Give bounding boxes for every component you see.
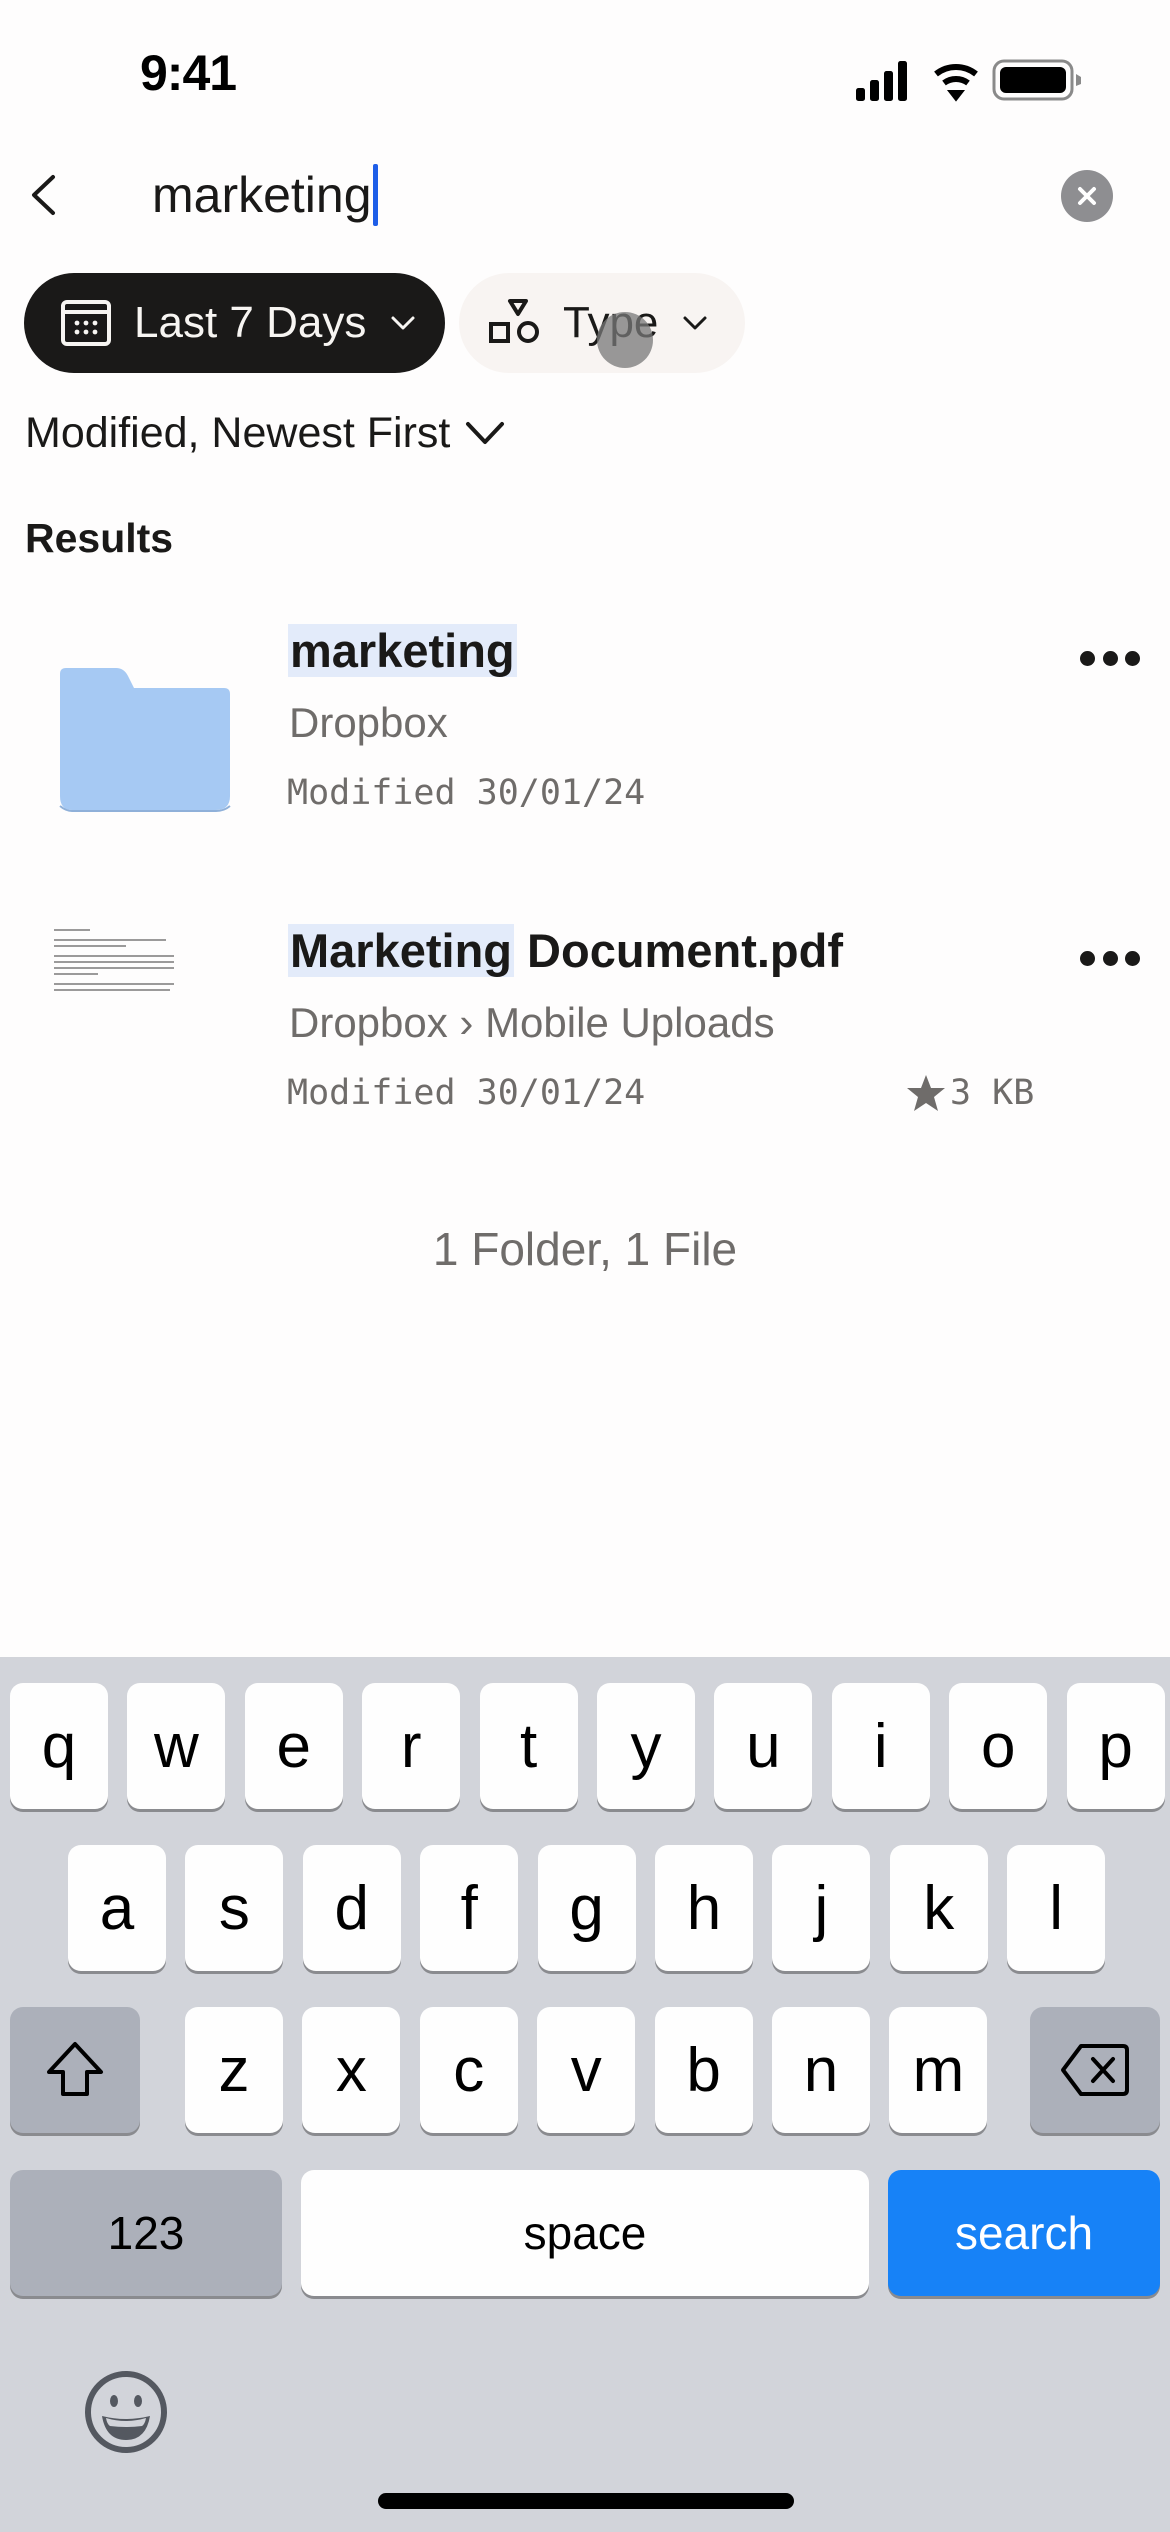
search-query: marketing bbox=[152, 167, 372, 223]
shift-key[interactable] bbox=[10, 2007, 140, 2133]
key-h[interactable]: h bbox=[655, 1845, 753, 1971]
key-u[interactable]: u bbox=[714, 1683, 813, 1809]
key-t[interactable]: t bbox=[479, 1683, 578, 1809]
folder-icon bbox=[59, 668, 231, 812]
key-o[interactable]: o bbox=[949, 1683, 1048, 1809]
key-z[interactable]: z bbox=[185, 2007, 283, 2133]
search-input[interactable]: marketing bbox=[152, 160, 378, 230]
sort-label: Modified, Newest First bbox=[25, 408, 451, 457]
result-modified: Modified 30/01/24 bbox=[287, 1073, 646, 1113]
touch-indicator bbox=[597, 312, 653, 368]
results-summary: 1 Folder, 1 File bbox=[432, 1223, 738, 1275]
match-highlight: Marketing bbox=[288, 924, 514, 977]
key-i[interactable]: i bbox=[831, 1683, 930, 1809]
date-filter-chip[interactable]: Last 7 Days bbox=[24, 273, 445, 373]
key-a[interactable]: a bbox=[68, 1845, 166, 1971]
key-b[interactable]: b bbox=[654, 2007, 753, 2133]
back-button[interactable] bbox=[20, 165, 70, 225]
chevron-down-icon bbox=[466, 422, 505, 444]
key-q[interactable]: q bbox=[10, 1683, 108, 1809]
chevron-down-icon bbox=[683, 316, 707, 330]
more-options-button[interactable] bbox=[1080, 643, 1140, 673]
pdf-thumbnail bbox=[48, 920, 180, 1010]
more-dot bbox=[1125, 950, 1140, 966]
file-size: 3 KB bbox=[950, 1073, 1035, 1113]
result-path: Dropbox bbox=[289, 699, 448, 746]
calendar-icon bbox=[61, 300, 111, 346]
shapes-icon bbox=[489, 299, 539, 343]
file-meta: 3 KB bbox=[906, 1073, 1034, 1113]
result-row-folder[interactable]: marketing Dropbox Modified 30/01/24 bbox=[0, 600, 1170, 820]
numbers-key[interactable]: 123 bbox=[10, 2170, 282, 2296]
delete-key[interactable] bbox=[1030, 2007, 1160, 2133]
key-d[interactable]: d bbox=[302, 1845, 401, 1971]
clear-x-icon bbox=[1078, 187, 1096, 205]
key-r[interactable]: r bbox=[362, 1683, 461, 1809]
sort-dropdown[interactable]: Modified, Newest First bbox=[25, 405, 506, 461]
results-heading: Results bbox=[25, 515, 174, 561]
more-dot bbox=[1080, 950, 1095, 966]
key-y[interactable]: y bbox=[597, 1683, 695, 1809]
battery-icon bbox=[992, 59, 1081, 101]
result-title[interactable]: marketing bbox=[288, 623, 517, 678]
result-title[interactable]: Marketing Document.pdf bbox=[288, 923, 843, 978]
key-g[interactable]: g bbox=[537, 1845, 636, 1971]
status-time: 9:41 bbox=[140, 45, 237, 101]
wifi-icon bbox=[934, 63, 978, 102]
home-indicator[interactable] bbox=[378, 2493, 794, 2509]
key-k[interactable]: k bbox=[889, 1845, 988, 1971]
more-dot bbox=[1125, 650, 1140, 666]
cellular-signal-icon bbox=[856, 61, 907, 101]
key-s[interactable]: s bbox=[185, 1845, 284, 1971]
chevron-left-icon bbox=[32, 175, 55, 215]
more-dot bbox=[1080, 650, 1095, 666]
emoji-icon bbox=[85, 2371, 167, 2453]
key-v[interactable]: v bbox=[537, 2007, 636, 2133]
key-w[interactable]: w bbox=[127, 1683, 226, 1809]
match-highlight: marketing bbox=[288, 624, 517, 677]
key-m[interactable]: m bbox=[889, 2007, 988, 2133]
key-e[interactable]: e bbox=[244, 1683, 343, 1809]
key-n[interactable]: n bbox=[772, 2007, 870, 2133]
more-options-button[interactable] bbox=[1080, 943, 1140, 973]
text-caret bbox=[372, 164, 378, 226]
more-dot bbox=[1102, 650, 1118, 666]
key-x[interactable]: x bbox=[302, 2007, 401, 2133]
space-key[interactable]: space bbox=[301, 2170, 869, 2296]
chevron-down-icon bbox=[391, 316, 415, 330]
key-f[interactable]: f bbox=[420, 1845, 519, 1971]
result-modified: Modified 30/01/24 bbox=[287, 773, 646, 813]
result-path: Dropbox › Mobile Uploads bbox=[289, 999, 775, 1046]
backspace-icon bbox=[1061, 2044, 1129, 2096]
emoji-button[interactable] bbox=[82, 2368, 170, 2456]
star-icon bbox=[907, 1075, 945, 1111]
shift-icon bbox=[47, 2042, 103, 2096]
more-dot bbox=[1102, 950, 1118, 966]
clear-search-button[interactable] bbox=[1061, 170, 1113, 222]
search-key[interactable]: search bbox=[888, 2170, 1160, 2296]
key-j[interactable]: j bbox=[772, 1845, 871, 1971]
date-filter-label: Last 7 Days bbox=[134, 298, 367, 347]
key-p[interactable]: p bbox=[1066, 1683, 1165, 1809]
key-l[interactable]: l bbox=[1007, 1845, 1106, 1971]
key-c[interactable]: c bbox=[419, 2007, 518, 2133]
status-icons bbox=[852, 58, 1092, 102]
